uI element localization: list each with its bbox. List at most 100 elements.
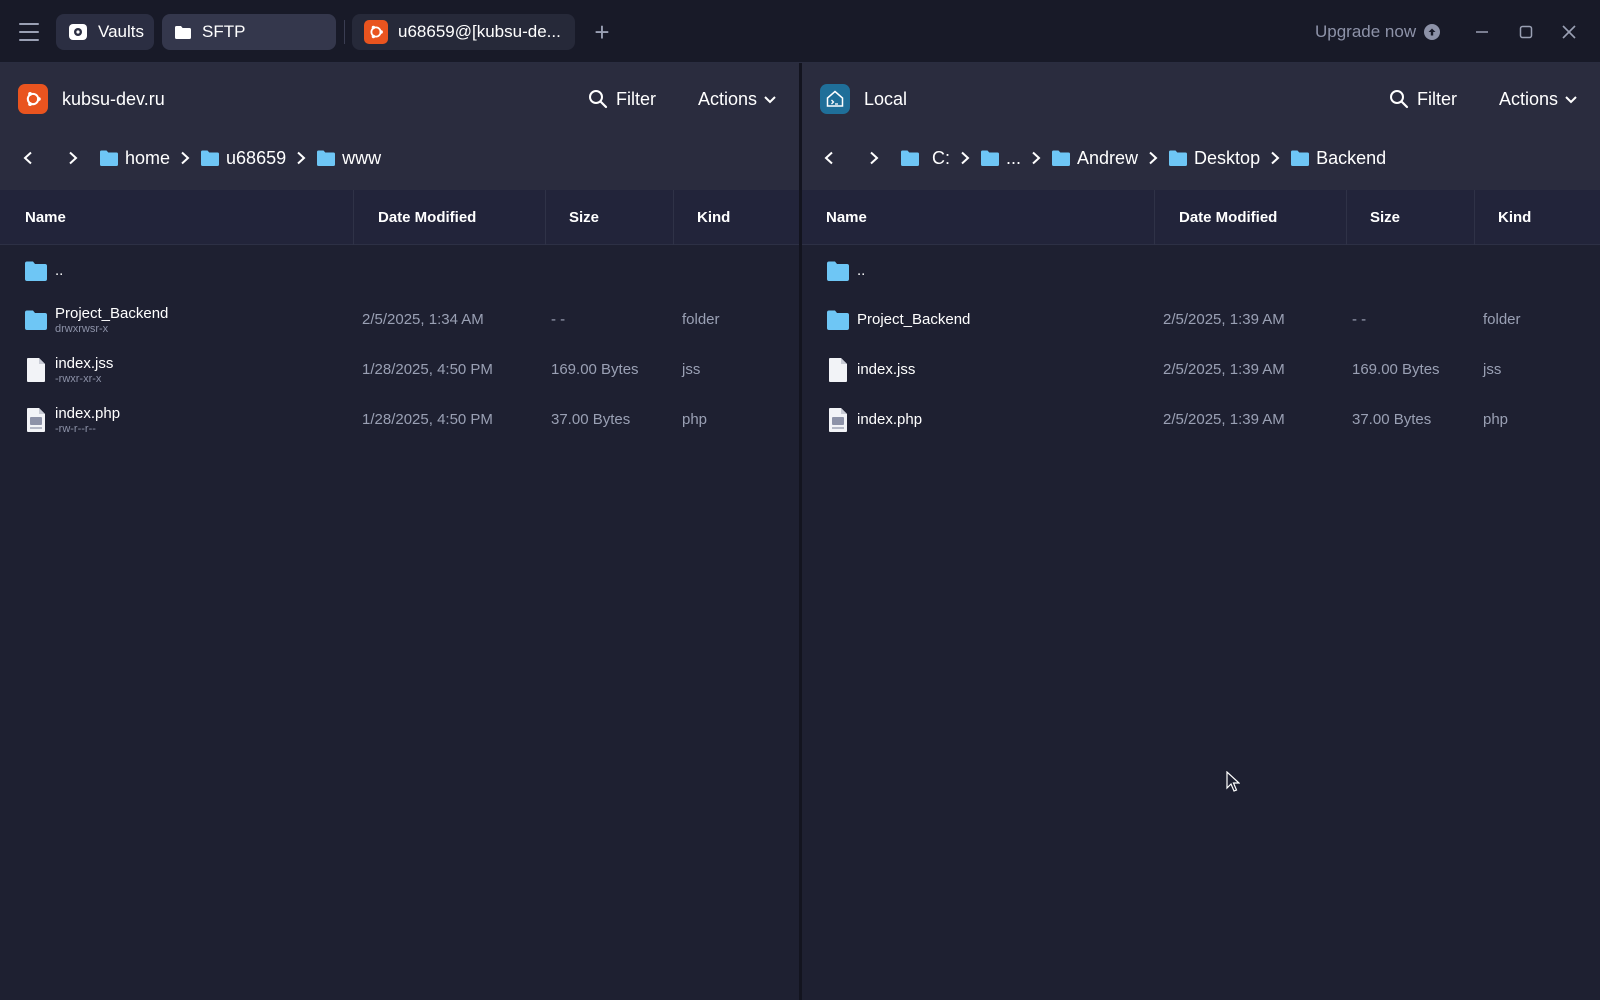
kind-cell: php [682,411,708,428]
name-cell: index.php [826,395,922,444]
local-host[interactable]: Local [820,83,907,115]
table-row[interactable]: Project_Backend 2/5/2025, 1:39 AM - - fo… [802,295,1600,344]
size-cell: 37.00 Bytes [1352,411,1432,428]
breadcrumb-item[interactable]: C: [900,148,950,169]
column-resizer[interactable] [545,190,546,245]
size-cell: - - [1352,311,1367,328]
back-icon[interactable] [17,147,39,169]
ubuntu-icon [364,20,388,44]
column-header-date[interactable]: Date Modified [378,190,476,245]
name-cell: index.jss -rwxr-xr-x [24,345,113,394]
table-row[interactable]: Project_Backend drwxrwsr-x 2/5/2025, 1:3… [0,295,799,344]
table-row[interactable]: .. [0,246,799,295]
table-row[interactable]: index.php -rw-r--r-- 1/28/2025, 4:50 PM … [0,395,799,444]
host-name: kubsu-dev.ru [62,88,165,109]
folder-icon [201,150,220,166]
chevron-down-icon [764,96,776,104]
table-row[interactable]: index.php 2/5/2025, 1:39 AM 37.00 Bytes … [802,395,1600,444]
column-resizer[interactable] [673,190,674,245]
forward-icon[interactable] [62,147,84,169]
remote-host[interactable]: kubsu-dev.ru [18,83,165,115]
breadcrumb: C: ... Andrew Desktop Backend [802,143,1600,173]
folder-icon [100,150,118,166]
file-name: Project_Backend [55,304,169,322]
column-resizer[interactable] [353,190,354,245]
remote-pane-header: kubsu-dev.ru Filter Actions home u68659 … [0,63,799,190]
table-row[interactable]: index.jss -rwxr-xr-x 1/28/2025, 4:50 PM … [0,345,799,394]
breadcrumb-item[interactable]: u68659 [200,148,286,169]
column-header-name[interactable]: Name [826,190,867,245]
file-permissions: drwxrwsr-x [55,322,109,335]
table-row[interactable]: .. [802,246,1600,295]
chevron-right-icon [1148,151,1158,165]
kind-cell: php [1483,411,1509,428]
column-header-size[interactable]: Size [569,190,599,245]
name-cell: Project_Backend [826,295,970,344]
filter-button[interactable]: Filter [1389,85,1457,113]
column-header-date[interactable]: Date Modified [1179,190,1277,245]
back-icon[interactable] [818,147,840,169]
upgrade-button[interactable]: Upgrade now [1315,20,1441,44]
breadcrumb-label: C: [932,147,950,168]
breadcrumb-item[interactable]: home [99,148,170,169]
chevron-right-icon [180,151,190,165]
breadcrumb-label: Backend [1316,147,1387,168]
forward-icon[interactable] [863,147,885,169]
column-header-name[interactable]: Name [25,190,66,245]
ubuntu-icon [18,84,48,114]
column-header-kind[interactable]: Kind [1498,190,1531,245]
tab-label: Vaults [98,22,144,41]
breadcrumb-label: home [125,147,171,168]
breadcrumb-item[interactable]: www [316,148,381,169]
date-cell: 2/5/2025, 1:39 AM [1163,361,1285,378]
column-header-kind[interactable]: Kind [697,190,730,245]
breadcrumb: home u68659 www [0,143,799,173]
search-icon [1390,90,1409,109]
breadcrumb-item[interactable]: ... [980,148,1021,169]
column-header-size[interactable]: Size [1370,190,1400,245]
tab-ssh-session[interactable]: u68659@[kubsu-de... [352,14,575,50]
host-name: Local [864,88,908,109]
folder-icon [826,258,850,284]
folder-icon [1052,150,1071,166]
maximize-icon[interactable] [1514,20,1538,44]
breadcrumb-label: u68659 [226,147,287,168]
table-header: Name Date Modified Size Kind [802,190,1600,245]
tab-sftp[interactable]: SFTP [162,14,336,50]
column-resizer[interactable] [1346,190,1347,245]
close-icon[interactable] [1557,20,1581,44]
date-cell: 1/28/2025, 4:50 PM [362,411,493,428]
minimize-icon[interactable] [1470,20,1494,44]
file-name: index.php [55,404,121,422]
folder-icon [981,150,999,166]
chevron-right-icon [1031,151,1041,165]
file-name: index.php [857,411,923,428]
column-resizer[interactable] [1474,190,1475,245]
column-resizer[interactable] [1154,190,1155,245]
file-permissions: -rw-r--r-- [55,422,96,435]
folder-icon [174,25,192,40]
actions-dropdown[interactable]: Actions [1499,85,1578,113]
name-cell: .. [826,246,865,295]
table-header: Name Date Modified Size Kind [0,190,799,245]
add-tab-icon[interactable]: + [590,18,614,46]
title-bar: Vaults SFTP u68659@[kubsu-de... + Upgrad… [0,0,1600,63]
tab-vaults[interactable]: Vaults [56,14,154,50]
hamburger-menu-icon[interactable] [16,20,42,44]
local-terminal-icon [820,84,850,114]
actions-dropdown[interactable]: Actions [698,85,777,113]
table-row[interactable]: index.jss 2/5/2025, 1:39 AM 169.00 Bytes… [802,345,1600,394]
local-pane-header: Local Filter Actions C: ... Andrew Deskt… [802,63,1600,190]
filter-button[interactable]: Filter [588,85,656,113]
file-name: Project_Backend [857,311,971,328]
breadcrumb-item[interactable]: Desktop [1168,148,1260,169]
search-icon [589,90,608,109]
file-permissions: -rwxr-xr-x [55,372,102,385]
breadcrumb-item[interactable]: Backend [1290,148,1386,169]
breadcrumb-item[interactable]: Andrew [1051,148,1138,169]
php-file-icon [826,407,850,433]
chevron-down-icon [1565,96,1577,104]
kind-cell: jss [1483,361,1502,378]
vaults-icon [68,23,88,41]
file-icon [826,357,850,383]
